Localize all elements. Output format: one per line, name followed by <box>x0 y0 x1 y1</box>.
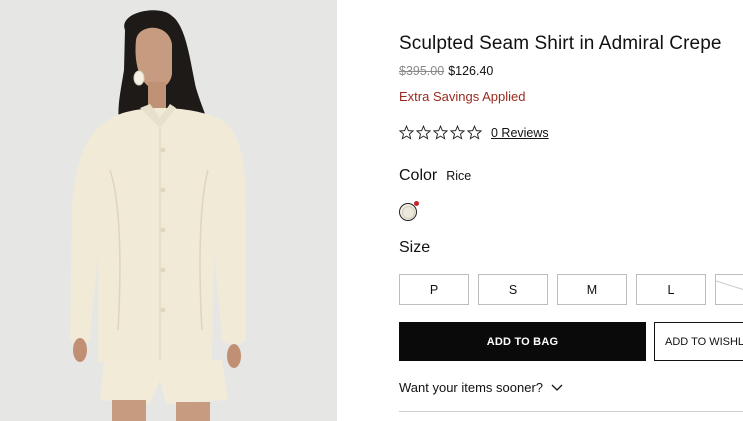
extra-savings-note: Extra Savings Applied <box>399 89 526 104</box>
size-label: Size <box>399 239 431 256</box>
star-empty-icon <box>467 125 482 140</box>
delivery-prompt: Want your items sooner? <box>399 380 544 395</box>
model-photo-illustration <box>0 0 337 421</box>
color-row: Color Rice <box>399 167 471 185</box>
price-row: $395.00 $126.40 <box>399 64 493 78</box>
selected-color-name: Rice <box>446 169 472 183</box>
product-image[interactable] <box>0 0 337 421</box>
swatch-indicator-dot <box>414 201 419 206</box>
size-selector: P S M L <box>399 274 743 305</box>
size-option-unavailable[interactable] <box>715 274 743 305</box>
add-to-wishlist-button[interactable]: ADD TO WISHLIST <box>654 322 743 361</box>
color-label: Color <box>399 167 438 184</box>
product-title: Sculpted Seam Shirt in Admiral Crepe <box>399 33 722 54</box>
size-option-p[interactable]: P <box>399 274 469 305</box>
star-rating[interactable] <box>399 125 482 140</box>
rating-row: 0 Reviews <box>399 125 549 140</box>
sale-price: $126.40 <box>448 64 494 78</box>
swatch-fill <box>402 206 415 219</box>
color-swatch-rice[interactable] <box>399 201 419 221</box>
size-option-s[interactable]: S <box>478 274 548 305</box>
delivery-options-toggle[interactable]: Want your items sooner? <box>399 380 563 395</box>
size-option-l[interactable]: L <box>636 274 706 305</box>
add-to-bag-button[interactable]: ADD TO BAG <box>399 322 646 361</box>
divider <box>399 411 743 412</box>
original-price: $395.00 <box>399 64 445 78</box>
star-empty-icon <box>416 125 431 140</box>
strikethrough-icon <box>716 280 743 291</box>
star-empty-icon <box>433 125 448 140</box>
reviews-link[interactable]: 0 Reviews <box>491 126 549 140</box>
star-empty-icon <box>450 125 465 140</box>
star-empty-icon <box>399 125 414 140</box>
product-details-panel: Sculpted Seam Shirt in Admiral Crepe $39… <box>399 0 743 421</box>
chevron-down-icon <box>551 384 563 391</box>
size-option-m[interactable]: M <box>557 274 627 305</box>
